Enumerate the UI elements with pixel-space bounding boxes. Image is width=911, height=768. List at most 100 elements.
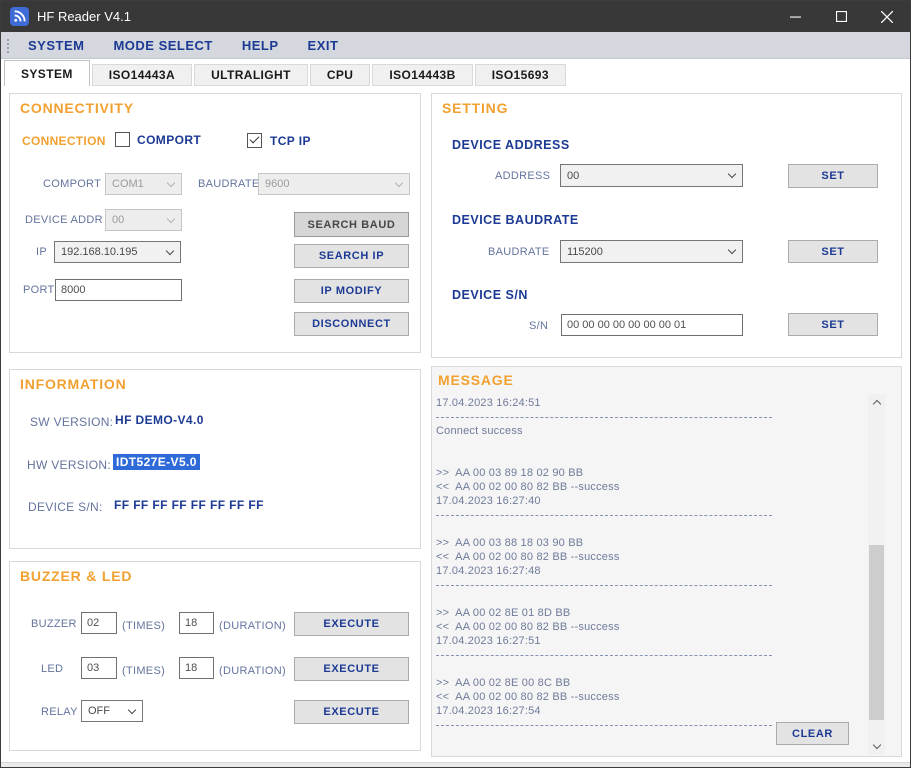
- menu-bar: SYSTEM MODE SELECT HELP EXIT: [1, 32, 910, 59]
- titlebar: HF Reader V4.1: [1, 1, 910, 32]
- tab-iso15693[interactable]: ISO15693: [475, 64, 566, 86]
- menu-item-mode-select[interactable]: MODE SELECT: [113, 38, 212, 53]
- sw-version-label: SW VERSION:: [30, 415, 113, 429]
- led-execute-button[interactable]: EXECUTE: [294, 657, 409, 681]
- setting-baudrate-select[interactable]: 115200: [560, 240, 743, 263]
- chevron-down-icon: [728, 246, 736, 254]
- message-line: [436, 438, 864, 452]
- baudrate-label: BAUDRATE: [198, 178, 259, 190]
- device-address-heading: DEVICE ADDRESS: [452, 138, 570, 152]
- maximize-icon: [836, 11, 847, 22]
- buzzer-label: BUZZER: [31, 618, 77, 630]
- ip-label: IP: [36, 246, 47, 258]
- message-line: [436, 522, 864, 536]
- connectivity-panel: CONNECTIVITY CONNECTION COMPORT TCP IP C…: [9, 93, 421, 353]
- message-line: << AA 00 02 00 80 82 BB --success: [436, 550, 864, 564]
- message-line: >> AA 00 02 8E 00 8C BB: [436, 676, 864, 690]
- message-line: >> AA 00 02 8E 01 8D BB: [436, 606, 864, 620]
- close-button[interactable]: [864, 1, 910, 32]
- led-label: LED: [41, 663, 63, 675]
- comport-value: COM1: [112, 178, 144, 190]
- app-icon: [10, 7, 29, 26]
- address-select[interactable]: 00: [560, 164, 743, 187]
- tab-iso14443b[interactable]: ISO14443B: [372, 64, 472, 86]
- information-panel: INFORMATION SW VERSION: HF DEMO-V4.0 HW …: [9, 369, 421, 549]
- close-icon: [881, 11, 893, 23]
- comport-label: COMPORT: [43, 178, 101, 190]
- menu-items: SYSTEM MODE SELECT HELP EXIT: [28, 38, 338, 53]
- buzzer-led-title: BUZZER & LED: [20, 568, 132, 584]
- buzzer-execute-button[interactable]: EXECUTE: [294, 612, 409, 636]
- buzzer-duration-input[interactable]: [179, 612, 214, 634]
- menu-item-exit[interactable]: EXIT: [308, 38, 339, 53]
- menu-item-system[interactable]: SYSTEM: [28, 38, 84, 53]
- relay-value: OFF: [88, 705, 110, 717]
- tab-system[interactable]: SYSTEM: [4, 60, 90, 86]
- disconnect-button[interactable]: DISCONNECT: [294, 312, 409, 336]
- chevron-down-icon: [728, 170, 736, 178]
- comport-checkbox-label: COMPORT: [137, 133, 201, 147]
- tab-ultralight[interactable]: ULTRALIGHT: [194, 64, 308, 86]
- port-input[interactable]: [55, 279, 182, 301]
- chevron-down-icon: [166, 247, 174, 255]
- message-line: 17.04.2023 16:27:51: [436, 634, 864, 648]
- scrollbar-down-button[interactable]: [868, 738, 885, 755]
- message-line: << AA 00 02 00 80 82 BB --success: [436, 690, 864, 704]
- buzzer-times-input[interactable]: [81, 612, 117, 634]
- scrollbar-thumb[interactable]: [869, 545, 884, 720]
- ip-select[interactable]: 192.168.10.195: [54, 241, 181, 263]
- relay-label: RELAY: [41, 706, 78, 718]
- led-duration-label: (DURATION): [219, 665, 286, 677]
- menu-item-help[interactable]: HELP: [242, 38, 279, 53]
- minimize-button[interactable]: [772, 1, 818, 32]
- connectivity-title: CONNECTIVITY: [20, 100, 134, 116]
- clear-button[interactable]: CLEAR: [776, 722, 849, 745]
- search-baud-button[interactable]: SEARCH BAUD: [294, 212, 409, 237]
- search-ip-button[interactable]: SEARCH IP: [294, 244, 409, 268]
- message-line: 17.04.2023 16:27:54: [436, 704, 864, 718]
- baudrate-select[interactable]: 9600: [258, 173, 410, 195]
- led-times-input[interactable]: [81, 657, 117, 679]
- sn-input[interactable]: [561, 314, 743, 336]
- tcpip-checkbox[interactable]: [247, 133, 262, 148]
- scrollbar-up-button[interactable]: [868, 394, 885, 411]
- address-set-button[interactable]: SET: [788, 164, 878, 188]
- tab-iso14443a[interactable]: ISO14443A: [92, 64, 192, 86]
- message-line: << AA 00 02 00 80 82 BB --success: [436, 620, 864, 634]
- message-line: 17.04.2023 16:27:48: [436, 564, 864, 578]
- message-line: [436, 592, 864, 606]
- connection-label: CONNECTION: [22, 134, 106, 148]
- address-value: 00: [567, 170, 579, 182]
- message-line: 17.04.2023 16:27:40: [436, 494, 864, 508]
- comport-checkbox[interactable]: [115, 132, 130, 147]
- setting-title: SETTING: [442, 100, 508, 116]
- sn-set-button[interactable]: SET: [788, 313, 878, 336]
- setting-baudrate-label: BAUDRATE: [488, 246, 549, 258]
- maximize-button[interactable]: [818, 1, 864, 32]
- message-title: MESSAGE: [438, 372, 514, 388]
- message-separator: [436, 578, 864, 592]
- sn-label: S/N: [529, 320, 548, 332]
- baudrate-set-button[interactable]: SET: [788, 240, 878, 263]
- ip-modify-button[interactable]: IP MODIFY: [294, 279, 409, 303]
- setting-panel: SETTING DEVICE ADDRESS ADDRESS 00 SET DE…: [431, 93, 902, 358]
- toolbar-grip-icon[interactable]: [7, 39, 9, 53]
- window-controls: [772, 1, 910, 32]
- port-label: PORT: [23, 284, 55, 296]
- relay-select[interactable]: OFF: [81, 700, 143, 722]
- comport-select[interactable]: COM1: [105, 173, 182, 195]
- window-title: HF Reader V4.1: [37, 9, 131, 24]
- device-addr-select[interactable]: 00: [105, 209, 182, 231]
- tcpip-checkbox-label: TCP IP: [270, 134, 311, 148]
- scrollbar-track[interactable]: [868, 394, 885, 755]
- message-line: 17.04.2023 16:24:51: [436, 396, 864, 410]
- led-times-label: (TIMES): [122, 665, 165, 677]
- buzzer-times-label: (TIMES): [122, 620, 165, 632]
- information-title: INFORMATION: [20, 376, 127, 392]
- message-line: >> AA 00 03 89 18 02 90 BB: [436, 466, 864, 480]
- sw-version-value: HF DEMO-V4.0: [115, 413, 204, 427]
- led-duration-input[interactable]: [179, 657, 214, 679]
- relay-execute-button[interactable]: EXECUTE: [294, 700, 409, 724]
- tab-cpu[interactable]: CPU: [310, 64, 371, 86]
- tab-strip: SYSTEMISO14443AULTRALIGHTCPUISO14443BISO…: [1, 59, 910, 86]
